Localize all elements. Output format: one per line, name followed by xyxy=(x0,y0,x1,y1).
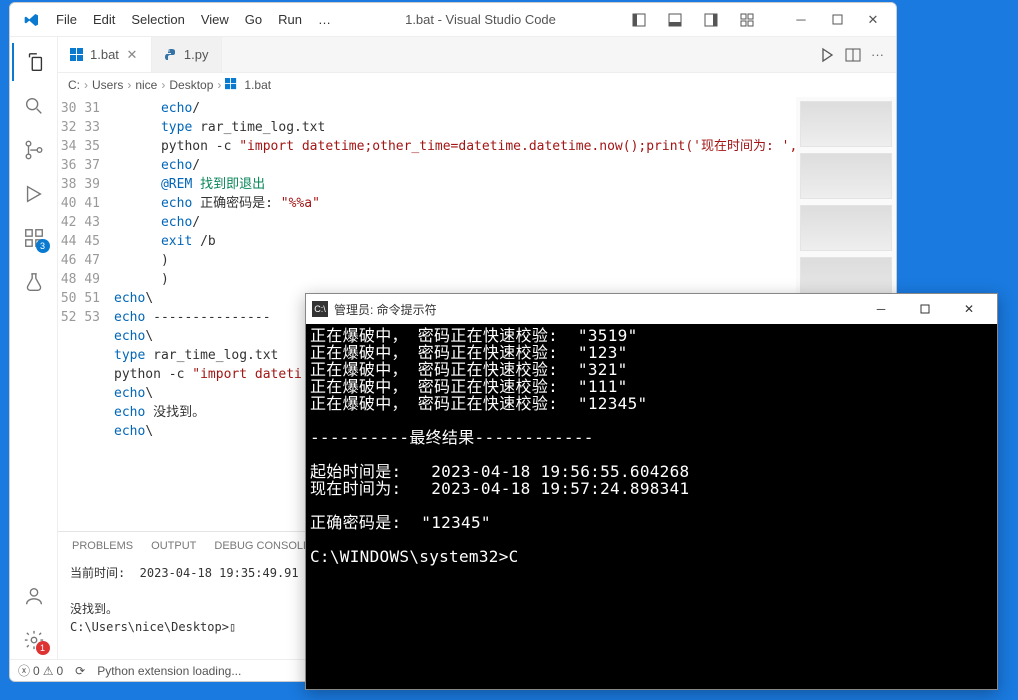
tab-close-icon[interactable]: ✕ xyxy=(125,48,139,62)
maximize-button[interactable] xyxy=(820,8,854,32)
cmd-titlebar[interactable]: C:\ 管理员: 命令提示符 ─ ✕ xyxy=(306,294,997,324)
activity-bar: 3 1 xyxy=(10,37,58,659)
panel-tab-problems[interactable]: PROBLEMS xyxy=(72,540,133,552)
split-editor-icon[interactable] xyxy=(845,47,861,63)
line-numbers: 30 31 32 33 34 35 36 37 38 39 40 41 42 4… xyxy=(58,97,114,531)
cmd-title-text: 管理员: 命令提示符 xyxy=(334,301,437,318)
breadcrumb-segment[interactable]: Users xyxy=(92,78,123,92)
panel-tab-output[interactable]: OUTPUT xyxy=(151,540,196,552)
minimize-button[interactable]: ─ xyxy=(784,8,818,32)
menu-view[interactable]: View xyxy=(193,8,237,31)
status-loading-text: Python extension loading... xyxy=(97,664,241,678)
menu-file[interactable]: File xyxy=(48,8,85,31)
tab-1-py[interactable]: 1.py xyxy=(152,37,222,72)
layout-bottom-icon[interactable] xyxy=(658,8,692,32)
window-title: 1.bat - Visual Studio Code xyxy=(339,12,622,27)
vscode-logo-icon xyxy=(24,12,40,28)
layout-grid-icon[interactable] xyxy=(730,8,764,32)
windows-icon xyxy=(225,78,240,92)
testing-icon[interactable] xyxy=(12,263,56,301)
breadcrumb-segment[interactable]: nice xyxy=(135,78,157,92)
run-debug-icon[interactable] xyxy=(12,175,56,213)
more-actions-icon[interactable]: ··· xyxy=(871,47,884,62)
layout-right-icon[interactable] xyxy=(694,8,728,32)
tab-label: 1.py xyxy=(184,47,209,62)
chevron-right-icon: › xyxy=(84,78,88,92)
chevron-right-icon: › xyxy=(127,78,131,92)
close-button[interactable]: ✕ xyxy=(856,8,890,32)
run-file-icon[interactable] xyxy=(819,47,835,63)
titlebar: FileEditSelectionViewGoRun… 1.bat - Visu… xyxy=(10,3,896,37)
status-loading-icon: ⟳ xyxy=(75,664,85,678)
python-icon xyxy=(164,48,178,62)
settings-gear-icon[interactable]: 1 xyxy=(12,621,56,659)
chevron-right-icon: › xyxy=(161,78,165,92)
windows-icon xyxy=(70,48,84,62)
cmd-close-button[interactable]: ✕ xyxy=(947,295,991,323)
search-icon[interactable] xyxy=(12,87,56,125)
status-errors[interactable]: ⓧ 0 ⚠ 0 xyxy=(18,662,63,679)
cmd-output[interactable]: 正在爆破中， 密码正在快速校验: "3519" 正在爆破中， 密码正在快速校验:… xyxy=(306,324,997,689)
menu-run[interactable]: Run xyxy=(270,8,310,31)
tab-1-bat[interactable]: 1.bat ✕ xyxy=(58,37,152,72)
editor-tabs: 1.bat ✕ 1.py ··· xyxy=(58,37,896,73)
menu-…[interactable]: … xyxy=(310,8,339,31)
cmd-maximize-button[interactable] xyxy=(903,295,947,323)
layout-left-icon[interactable] xyxy=(622,8,656,32)
menu-go[interactable]: Go xyxy=(237,8,270,31)
breadcrumb-segment[interactable]: C: xyxy=(68,78,80,92)
accounts-icon[interactable] xyxy=(12,577,56,615)
cmd-minimize-button[interactable]: ─ xyxy=(859,295,903,323)
breadcrumb-segment[interactable]: Desktop xyxy=(169,78,213,92)
menu-selection[interactable]: Selection xyxy=(123,8,192,31)
breadcrumb-segment[interactable]: 1.bat xyxy=(244,78,271,92)
cmd-icon: C:\ xyxy=(312,301,328,317)
tab-label: 1.bat xyxy=(90,47,119,62)
source-control-icon[interactable] xyxy=(12,131,56,169)
chevron-right-icon: › xyxy=(217,78,221,92)
extensions-icon[interactable]: 3 xyxy=(12,219,56,257)
extensions-badge: 3 xyxy=(36,239,50,253)
explorer-icon[interactable] xyxy=(12,43,56,81)
panel-tab-debug-console[interactable]: DEBUG CONSOLE xyxy=(214,540,310,552)
settings-badge: 1 xyxy=(36,641,50,655)
menu-edit[interactable]: Edit xyxy=(85,8,123,31)
cmd-window: C:\ 管理员: 命令提示符 ─ ✕ 正在爆破中， 密码正在快速校验: "351… xyxy=(305,293,998,690)
breadcrumb[interactable]: C: › Users › nice › Desktop › 1.bat xyxy=(58,73,896,97)
